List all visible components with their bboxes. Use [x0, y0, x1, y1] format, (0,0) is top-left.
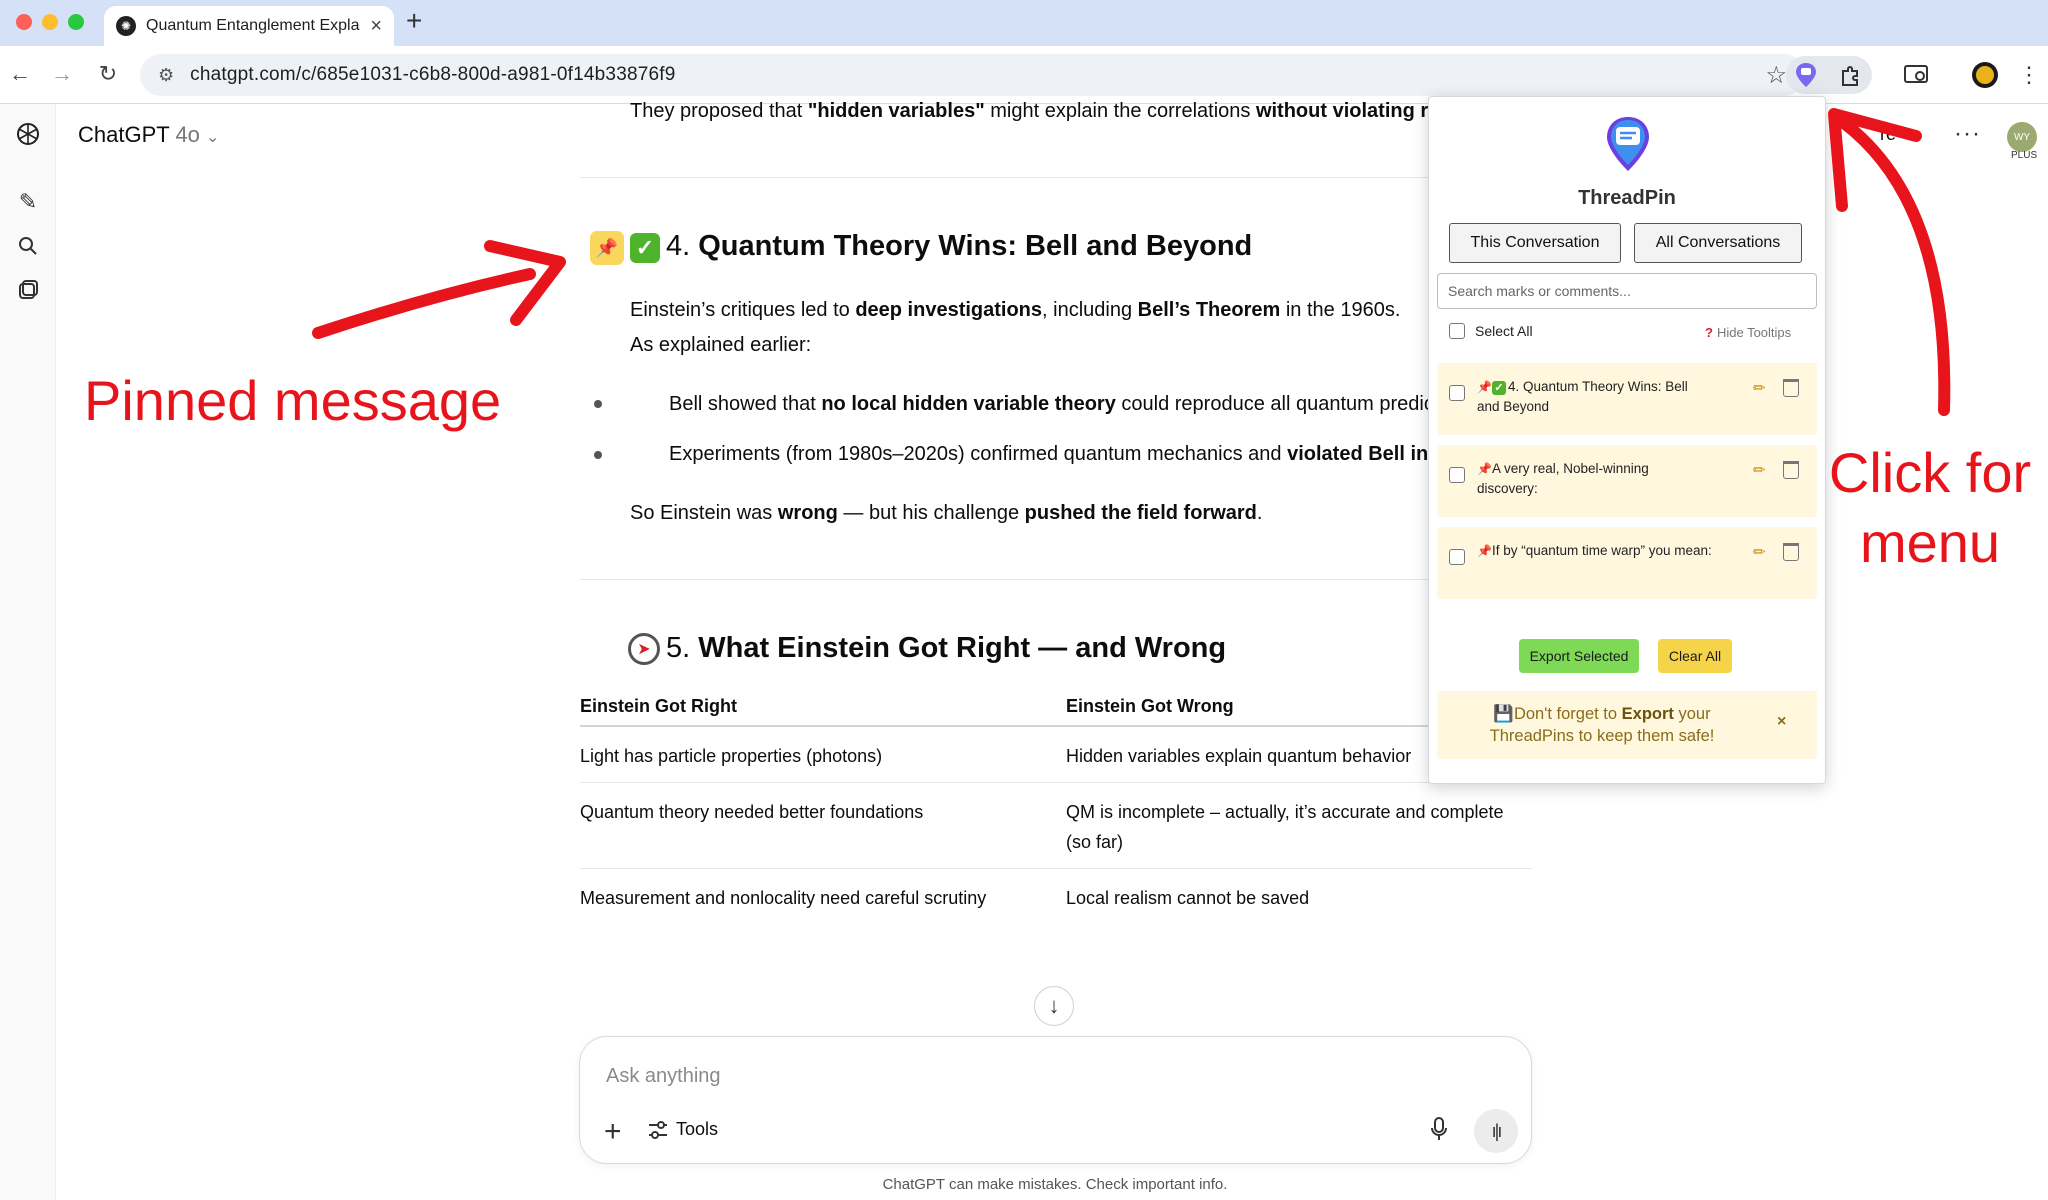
screenshot-root: ✺ Quantum Entanglement Expla × + ← → ↻ ⚙… — [0, 0, 2048, 1200]
annotation-arrows — [312, 108, 1951, 416]
click-for-menu-annotation: Click for menu — [1820, 438, 2040, 578]
annotation-line: Click for — [1828, 441, 2032, 504]
pinned-arrow-shaft — [312, 268, 536, 339]
menu-arrow-shaft — [1834, 114, 1951, 416]
annotation-line: menu — [1859, 511, 2001, 574]
pinned-message-annotation: Pinned message — [84, 369, 502, 432]
